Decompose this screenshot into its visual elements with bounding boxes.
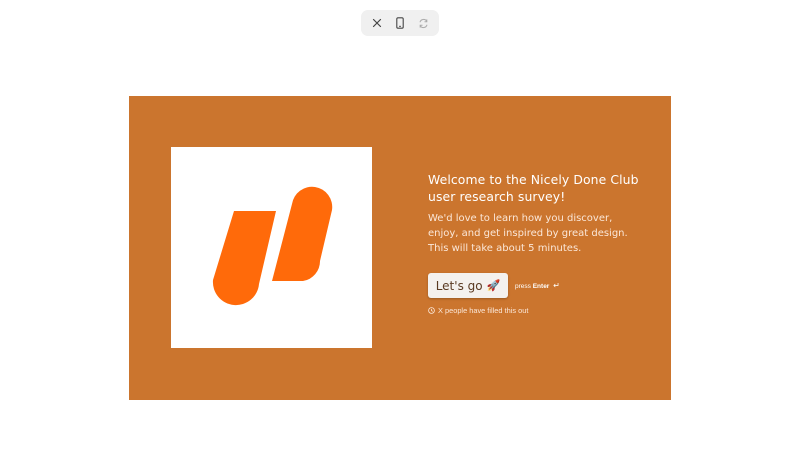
refresh-icon (419, 18, 428, 28)
welcome-desc-line-3: This will take about 5 minutes. (428, 243, 582, 254)
brand-logo-card (171, 147, 372, 348)
welcome-content: Welcome to the Nicely Done Club user res… (428, 171, 648, 315)
welcome-title: Welcome to the Nicely Done Club user res… (428, 171, 648, 205)
lets-go-label: Let's go (435, 278, 483, 293)
clock-icon (428, 307, 435, 314)
hint-press-text: press (515, 283, 531, 290)
welcome-title-line-2: user research survey! (428, 189, 566, 204)
preview-toolbar (361, 10, 439, 36)
close-icon (372, 18, 381, 28)
cta-row: Let's go 🚀 press Enter ↵ (428, 273, 648, 298)
welcome-title-line-1: Welcome to the Nicely Done Club (428, 172, 639, 187)
press-enter-hint: press Enter ↵ (515, 281, 560, 290)
nicely-done-logo (212, 186, 333, 306)
mobile-view-button[interactable] (389, 12, 411, 34)
lets-go-button[interactable]: Let's go 🚀 (428, 273, 508, 298)
logo-right-stroke (272, 186, 333, 281)
logo-left-stroke (212, 211, 276, 306)
enter-icon: ↵ (553, 281, 560, 290)
welcome-desc-line-1: We'd love to learn how you discover, (428, 213, 613, 224)
welcome-description: We'd love to learn how you discover, enj… (428, 211, 648, 256)
responses-count: X people have filled this out (428, 306, 648, 315)
welcome-desc-line-2: enjoy, and get inspired by great design. (428, 228, 628, 239)
mobile-icon (396, 17, 404, 29)
refresh-button[interactable] (412, 12, 434, 34)
rocket-icon: 🚀 (486, 279, 501, 292)
survey-welcome-screen: Welcome to the Nicely Done Club user res… (129, 96, 671, 400)
responses-count-text: X people have filled this out (438, 306, 529, 315)
close-button[interactable] (366, 12, 388, 34)
hint-enter-key: Enter (532, 283, 550, 290)
